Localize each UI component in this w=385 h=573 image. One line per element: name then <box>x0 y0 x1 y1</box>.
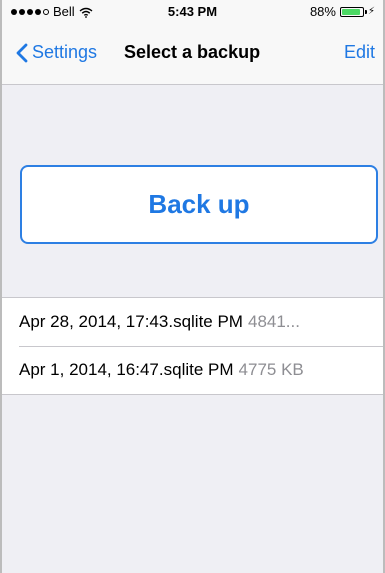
status-bar: Bell 5:43 PM 88% ⚡ <box>2 0 383 22</box>
top-bar: Bell 5:43 PM 88% ⚡ Settings Select a bac… <box>2 0 383 85</box>
chevron-left-icon <box>16 43 28 63</box>
battery-icon <box>339 6 367 17</box>
battery-nub <box>364 9 367 14</box>
backup-list-item[interactable]: Apr 1, 2014, 16:47.sqlite PM 4775 KB <box>2 346 383 394</box>
backup-list-item[interactable]: Apr 28, 2014, 17:43.sqlite PM 4841... <box>2 298 383 346</box>
status-right: 88% ⚡ <box>310 4 375 19</box>
backup-list: Apr 28, 2014, 17:43.sqlite PM 4841... Ap… <box>2 297 383 395</box>
back-up-button[interactable]: Back up <box>20 165 378 244</box>
backup-name: Apr 28, 2014, 17:43.sqlite PM <box>19 312 243 331</box>
back-button[interactable]: Settings <box>16 42 97 63</box>
page-title: Select a backup <box>124 42 261 62</box>
edit-button[interactable]: Edit <box>344 42 375 63</box>
navigation-bar: Settings Select a backup Edit <box>2 34 383 78</box>
battery-percent: 88% <box>309 4 336 19</box>
back-button-label: Settings <box>32 42 98 62</box>
charging-icon: ⚡ <box>367 6 375 17</box>
backup-name: Apr 1, 2014, 16:47.sqlite PM <box>19 360 234 379</box>
backup-size: 4841... <box>247 312 300 331</box>
phone-screen: Bell 5:43 PM 88% ⚡ Settings Select a bac… <box>0 0 385 573</box>
battery-level <box>341 8 360 15</box>
backup-size: 4775 KB <box>238 360 304 379</box>
